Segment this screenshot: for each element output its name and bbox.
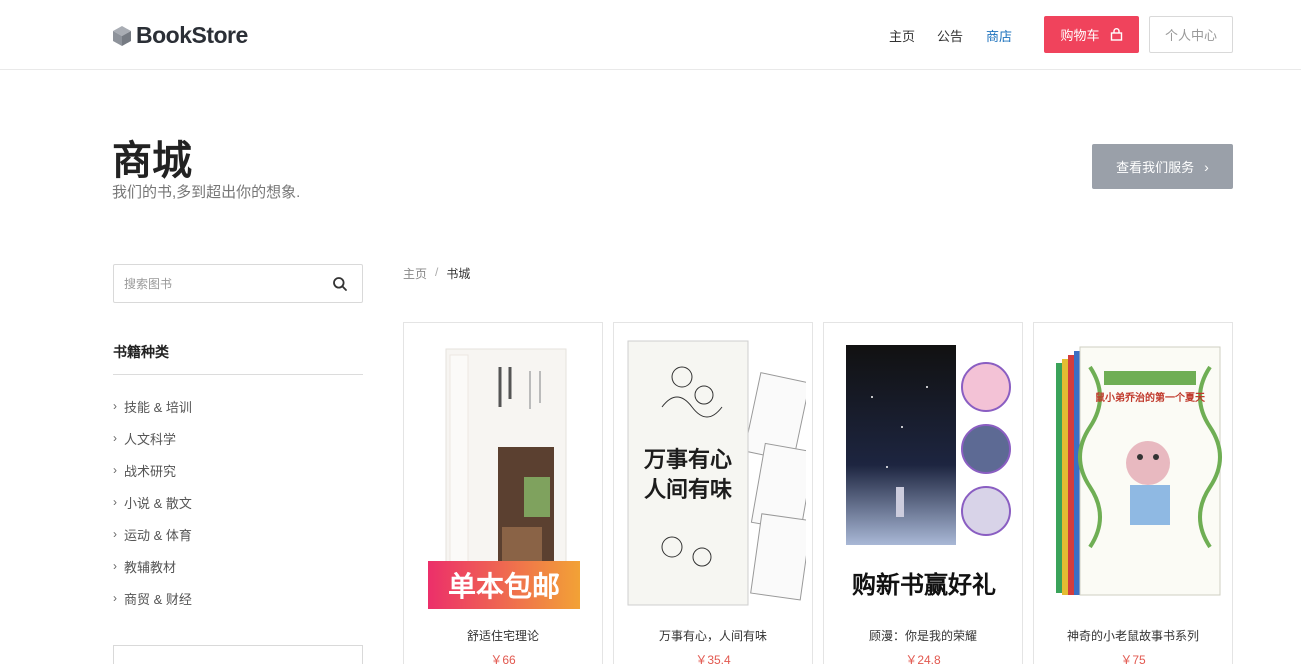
cover-title-text: 鼠小弟乔治的第一个夏天: [1095, 391, 1206, 404]
cart-label: 购物车: [1060, 28, 1100, 43]
chevron-right-icon: ›: [113, 591, 117, 605]
category-label: 商贸 & 财经: [124, 591, 192, 607]
cart-button[interactable]: 购物车: [1044, 16, 1139, 53]
chevron-right-icon: ›: [113, 431, 117, 445]
category-label: 运动 & 体育: [124, 527, 192, 543]
chevron-right-icon: ›: [113, 399, 117, 413]
product-price: ￥35.4: [695, 653, 731, 664]
category-label: 战术研究: [124, 463, 177, 479]
category-list: › 技能 & 培训 › 人文科学 › 战术研究 › 小说 & 散文 › 运动 & 体育 ›…: [113, 390, 192, 614]
shopping-bag-icon: [1110, 28, 1122, 41]
product-title[interactable]: 舒适住宅理论: [404, 627, 602, 644]
chevron-right-icon: ›: [113, 559, 117, 573]
breadcrumb-current: 书城: [446, 267, 471, 281]
cover-banner-text: 单本包邮: [448, 570, 560, 603]
category-item[interactable]: › 战术研究: [113, 454, 192, 486]
product-card[interactable]: 购新书赢好礼 顾漫：你是我的荣耀 ￥24.8: [823, 322, 1023, 664]
chevron-right-icon: ›: [113, 463, 117, 477]
product-card[interactable]: 单本包邮 舒适住宅理论 ￥66: [403, 322, 603, 664]
product-title[interactable]: 神奇的小老鼠故事书系列: [1034, 627, 1232, 644]
search-icon[interactable]: [332, 276, 348, 292]
product-price: ￥66: [490, 653, 516, 664]
category-item[interactable]: › 人文科学: [113, 422, 192, 454]
cube-icon: [113, 25, 131, 46]
category-title: 书籍种类: [113, 344, 169, 360]
category-item[interactable]: › 技能 & 培训: [113, 390, 192, 422]
top-header: BookStore 主页 公告 商店 购物车 个人中心: [0, 0, 1301, 70]
category-divider: [113, 374, 363, 375]
category-label: 技能 & 培训: [124, 399, 192, 415]
nav-announcements[interactable]: 公告: [937, 26, 963, 45]
chevron-right-icon: ›: [1204, 158, 1209, 175]
page-title: 商城: [112, 139, 192, 183]
book-cover-image[interactable]: 万事有心 人间有味: [622, 337, 806, 617]
sidebar-widget: [113, 645, 363, 664]
category-label: 人文科学: [124, 431, 177, 447]
nav-shop[interactable]: 商店: [986, 26, 1012, 45]
category-item[interactable]: › 商贸 & 财经: [113, 582, 192, 614]
user-center-button[interactable]: 个人中心: [1149, 16, 1233, 53]
category-label: 教辅教材: [124, 559, 177, 575]
book-cover-image[interactable]: 购新书赢好礼: [832, 337, 1016, 617]
view-services-label: 查看我们服务: [1116, 160, 1195, 175]
product-price: ￥24.8: [905, 653, 941, 664]
search-box: [113, 264, 363, 303]
chevron-right-icon: ›: [113, 527, 117, 541]
book-cover-image[interactable]: 鼠小弟乔治的第一个夏天: [1042, 337, 1226, 617]
product-title[interactable]: 顾漫：你是我的荣耀: [824, 627, 1022, 644]
product-card[interactable]: 鼠小弟乔治的第一个夏天 神奇的小老鼠故事书系列 ￥75: [1033, 322, 1233, 664]
product-price: ￥75: [1120, 653, 1146, 664]
product-card[interactable]: 万事有心 人间有味 万事有心，人间有味 ￥35.4: [613, 322, 813, 664]
logo-text: BookStore: [136, 22, 248, 48]
search-input[interactable]: [124, 274, 314, 294]
category-item[interactable]: › 运动 & 体育: [113, 518, 192, 550]
page-subtitle: 我们的书,多到超出你的想象.: [112, 184, 301, 201]
svg-text:万事有心: 万事有心: [643, 447, 732, 473]
category-item[interactable]: › 教辅教材: [113, 550, 192, 582]
category-label: 小说 & 散文: [124, 495, 192, 511]
view-services-button[interactable]: 查看我们服务 ›: [1092, 144, 1233, 189]
product-title[interactable]: 万事有心，人间有味: [614, 627, 812, 644]
svg-text:人间有味: 人间有味: [644, 477, 732, 503]
logo[interactable]: BookStore: [112, 22, 248, 49]
nav-home[interactable]: 主页: [889, 26, 915, 45]
breadcrumb-separator: /: [435, 265, 439, 279]
breadcrumb-home[interactable]: 主页: [403, 265, 427, 282]
category-item[interactable]: › 小说 & 散文: [113, 486, 192, 518]
breadcrumb: 主页 / 书城: [403, 265, 470, 282]
chevron-right-icon: ›: [113, 495, 117, 509]
cover-banner-text: 购新书赢好礼: [852, 571, 996, 599]
book-cover-image[interactable]: 单本包邮: [412, 337, 596, 617]
